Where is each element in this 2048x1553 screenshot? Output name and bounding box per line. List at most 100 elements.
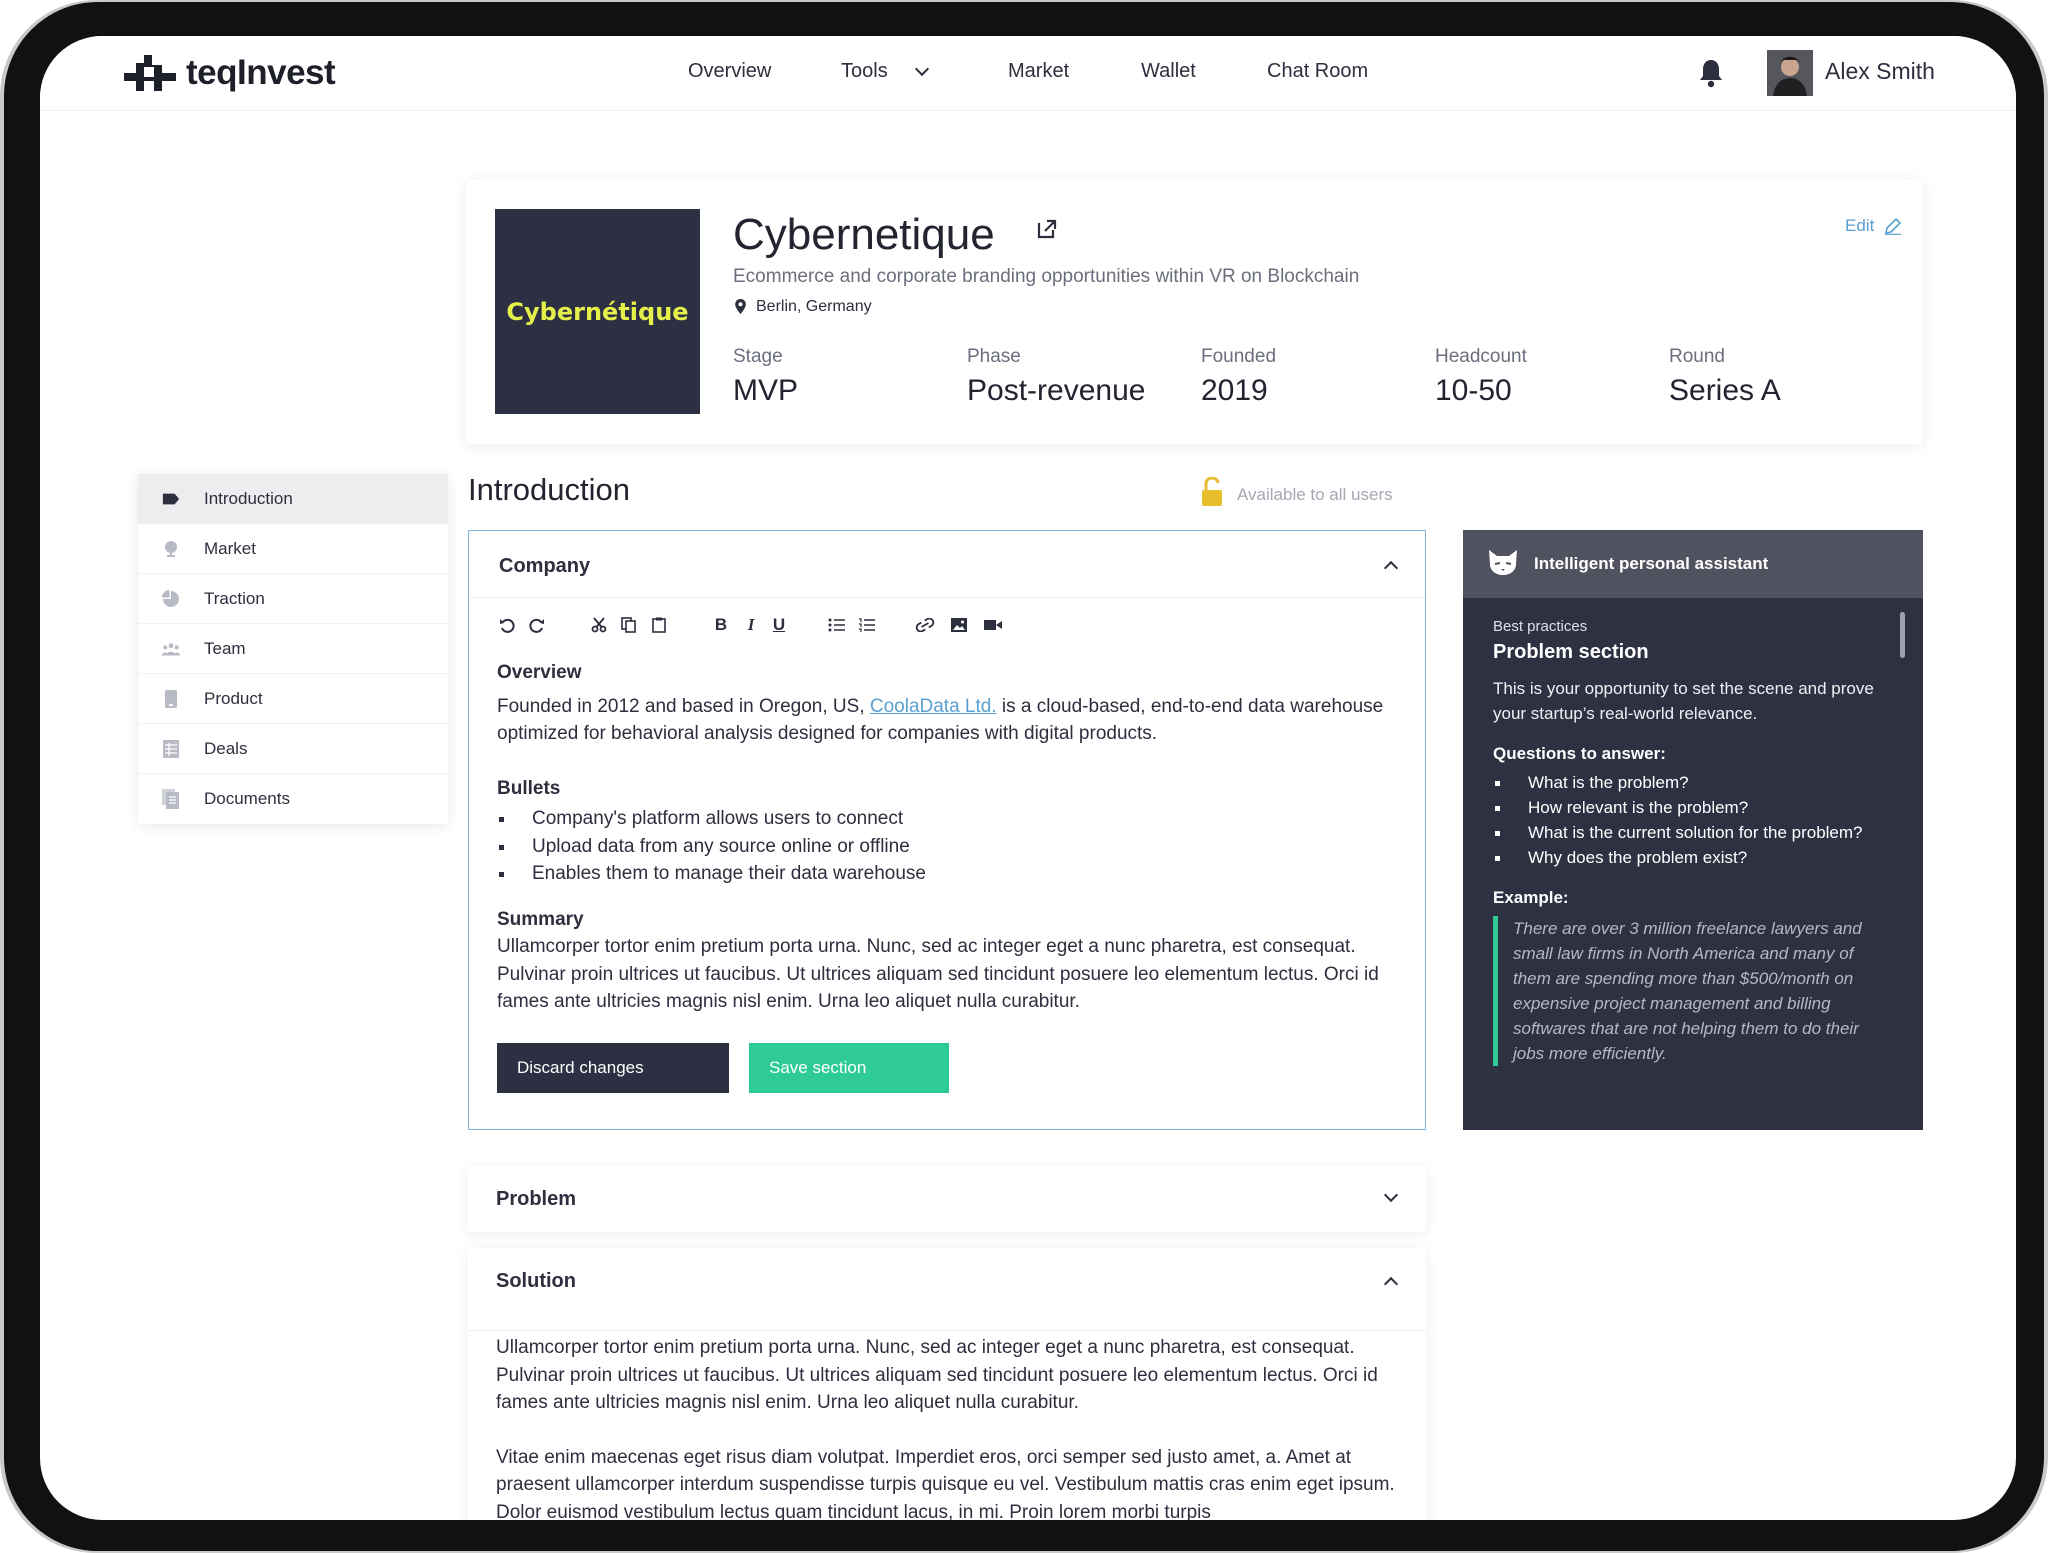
list-item: What is the problem?	[1493, 770, 1893, 795]
pencil-icon	[1885, 217, 1902, 235]
edit-label: Edit	[1845, 216, 1875, 235]
scrollbar-thumb[interactable]	[1900, 612, 1905, 658]
solution-accordion: Solution Ullamcorper tortor enim pretium…	[468, 1248, 1426, 1520]
example-quote: There are over 3 million freelance lawye…	[1493, 916, 1893, 1066]
section-title: Introduction	[468, 472, 630, 507]
tools-chevron-down-icon[interactable]	[914, 61, 930, 77]
underline-icon[interactable]: U	[769, 615, 789, 635]
assistant-intro: This is your opportunity to set the scen…	[1493, 679, 1874, 723]
nav-wallet[interactable]: Wallet	[1141, 60, 1196, 83]
discard-changes-button[interactable]: Discard changes	[497, 1043, 729, 1093]
list-item: Upload data from any source online or of…	[497, 833, 1407, 861]
questions-heading: Questions to answer:	[1493, 744, 1666, 763]
availability-label: Available to all users	[1237, 485, 1393, 504]
globe-icon	[162, 540, 180, 558]
sidebar-item-documents[interactable]: Documents	[138, 774, 448, 824]
editor-divider	[469, 597, 1425, 598]
sidebar-item-team[interactable]: Team	[138, 624, 448, 674]
sidebar-item-label: Product	[204, 689, 263, 708]
solution-title[interactable]: Solution	[496, 1270, 576, 1293]
list-item: Why does the problem exist?	[1493, 845, 1893, 870]
copy-icon[interactable]	[619, 615, 639, 635]
numbered-list-icon[interactable]	[857, 615, 877, 635]
sidebar-item-deals[interactable]: Deals	[138, 724, 448, 774]
stat-label: Phase	[967, 346, 1021, 367]
sidebar-item-label: Deals	[204, 739, 248, 758]
stat-label: Stage	[733, 346, 783, 367]
sidebar-item-introduction[interactable]: Introduction	[138, 474, 448, 524]
questions-list: What is the problem? How relevant is the…	[1493, 770, 1893, 870]
app-screen: teqInvest Overview Tools Market Wallet C…	[40, 36, 2016, 1520]
image-icon[interactable]	[949, 615, 969, 635]
stat-value: 2019	[1201, 374, 1268, 407]
stat-phase: Phase Post-revenue	[967, 346, 1145, 408]
expand-chevron-down-icon[interactable]	[1383, 1187, 1399, 1203]
brand-name: teqInvest	[186, 53, 336, 92]
video-icon[interactable]	[983, 615, 1003, 635]
cut-icon[interactable]	[589, 615, 609, 635]
assistant-header: Intelligent personal assistant	[1463, 530, 1923, 598]
pie-chart-icon	[162, 590, 180, 608]
stat-round: Round Series A	[1669, 346, 1781, 408]
location-pin-icon	[735, 299, 746, 314]
problem-accordion[interactable]: Problem	[468, 1166, 1426, 1232]
nav-overview[interactable]: Overview	[688, 60, 771, 83]
nav-chat-room[interactable]: Chat Room	[1267, 60, 1368, 83]
user-avatar[interactable]	[1767, 50, 1813, 96]
solution-paragraph: Vitae enim maecenas eget risus diam volu…	[496, 1446, 1395, 1521]
editor-card-title[interactable]: Company	[499, 555, 590, 578]
bullets-heading: Bullets	[497, 777, 561, 799]
company-logo-text: Cybernétique	[506, 297, 689, 326]
link-icon[interactable]	[915, 615, 935, 635]
notification-bell-icon[interactable]	[1698, 58, 1724, 88]
assistant-scrollbar[interactable]	[1900, 612, 1905, 1090]
problem-title: Problem	[496, 1188, 577, 1210]
avatar-portrait-icon	[1767, 50, 1813, 96]
collapse-chevron-up-icon[interactable]	[1383, 560, 1399, 576]
undo-icon[interactable]	[497, 615, 517, 635]
summary-heading: Summary	[497, 908, 584, 930]
stat-value: Series A	[1669, 374, 1781, 407]
brand-logo[interactable]: teqInvest	[120, 51, 336, 95]
stat-stage: Stage MVP	[733, 346, 798, 408]
overview-heading: Overview	[497, 662, 582, 683]
edit-profile-link[interactable]: Edit	[1845, 216, 1902, 236]
overview-text-start: Founded in 2012 and based in Oregon, US,	[497, 695, 870, 717]
list-item: Enables them to manage their data wareho…	[497, 860, 1407, 888]
example-heading: Example:	[1493, 888, 1569, 907]
assistant-panel: Intelligent personal assistant Best prac…	[1463, 530, 1923, 1130]
cat-mascot-icon	[1489, 550, 1517, 575]
external-link-icon[interactable]	[1036, 218, 1058, 240]
stat-value: MVP	[733, 374, 799, 407]
company-logo: Cybernétique	[495, 209, 700, 414]
nav-tools[interactable]: Tools	[841, 60, 888, 83]
save-section-button[interactable]: Save section	[749, 1043, 949, 1093]
bulleted-list-icon[interactable]	[827, 615, 847, 635]
phone-icon	[162, 690, 180, 708]
solution-divider	[468, 1330, 1426, 1331]
company-editor-card: Company B I U Overview Founded in 2012 a…	[468, 530, 1426, 1130]
list-item: How relevant is the problem?	[1493, 795, 1893, 820]
nav-market[interactable]: Market	[1008, 60, 1069, 83]
summary-paragraph: Ullamcorper tortor enim pretium porta ur…	[497, 936, 1379, 1012]
paste-icon[interactable]	[649, 615, 669, 635]
editor-content[interactable]: Overview Founded in 2012 and based in Or…	[497, 659, 1407, 1016]
redo-icon[interactable]	[527, 615, 547, 635]
sidebar-item-label: Introduction	[204, 489, 293, 508]
sidebar-item-product[interactable]: Product	[138, 674, 448, 724]
company-location: Berlin, Germany	[756, 298, 872, 315]
company-name: Cybernetique	[733, 210, 995, 259]
device-bezel: teqInvest Overview Tools Market Wallet C…	[4, 2, 2044, 1551]
list-item: What is the current solution for the pro…	[1493, 820, 1893, 845]
collapse-chevron-up-icon[interactable]	[1383, 1276, 1399, 1292]
italic-icon[interactable]: I	[741, 615, 761, 635]
sidebar-item-traction[interactable]: Traction	[138, 574, 448, 624]
coolodata-link[interactable]: CoolaData Ltd.	[870, 696, 997, 717]
user-name[interactable]: Alex Smith	[1825, 58, 1935, 85]
stat-value: 10-50	[1435, 374, 1512, 407]
bold-icon[interactable]: B	[711, 615, 731, 635]
unlocked-padlock-icon	[1202, 477, 1222, 506]
table-icon	[162, 740, 180, 758]
sidebar-item-market[interactable]: Market	[138, 524, 448, 574]
stat-label: Founded	[1201, 346, 1277, 367]
